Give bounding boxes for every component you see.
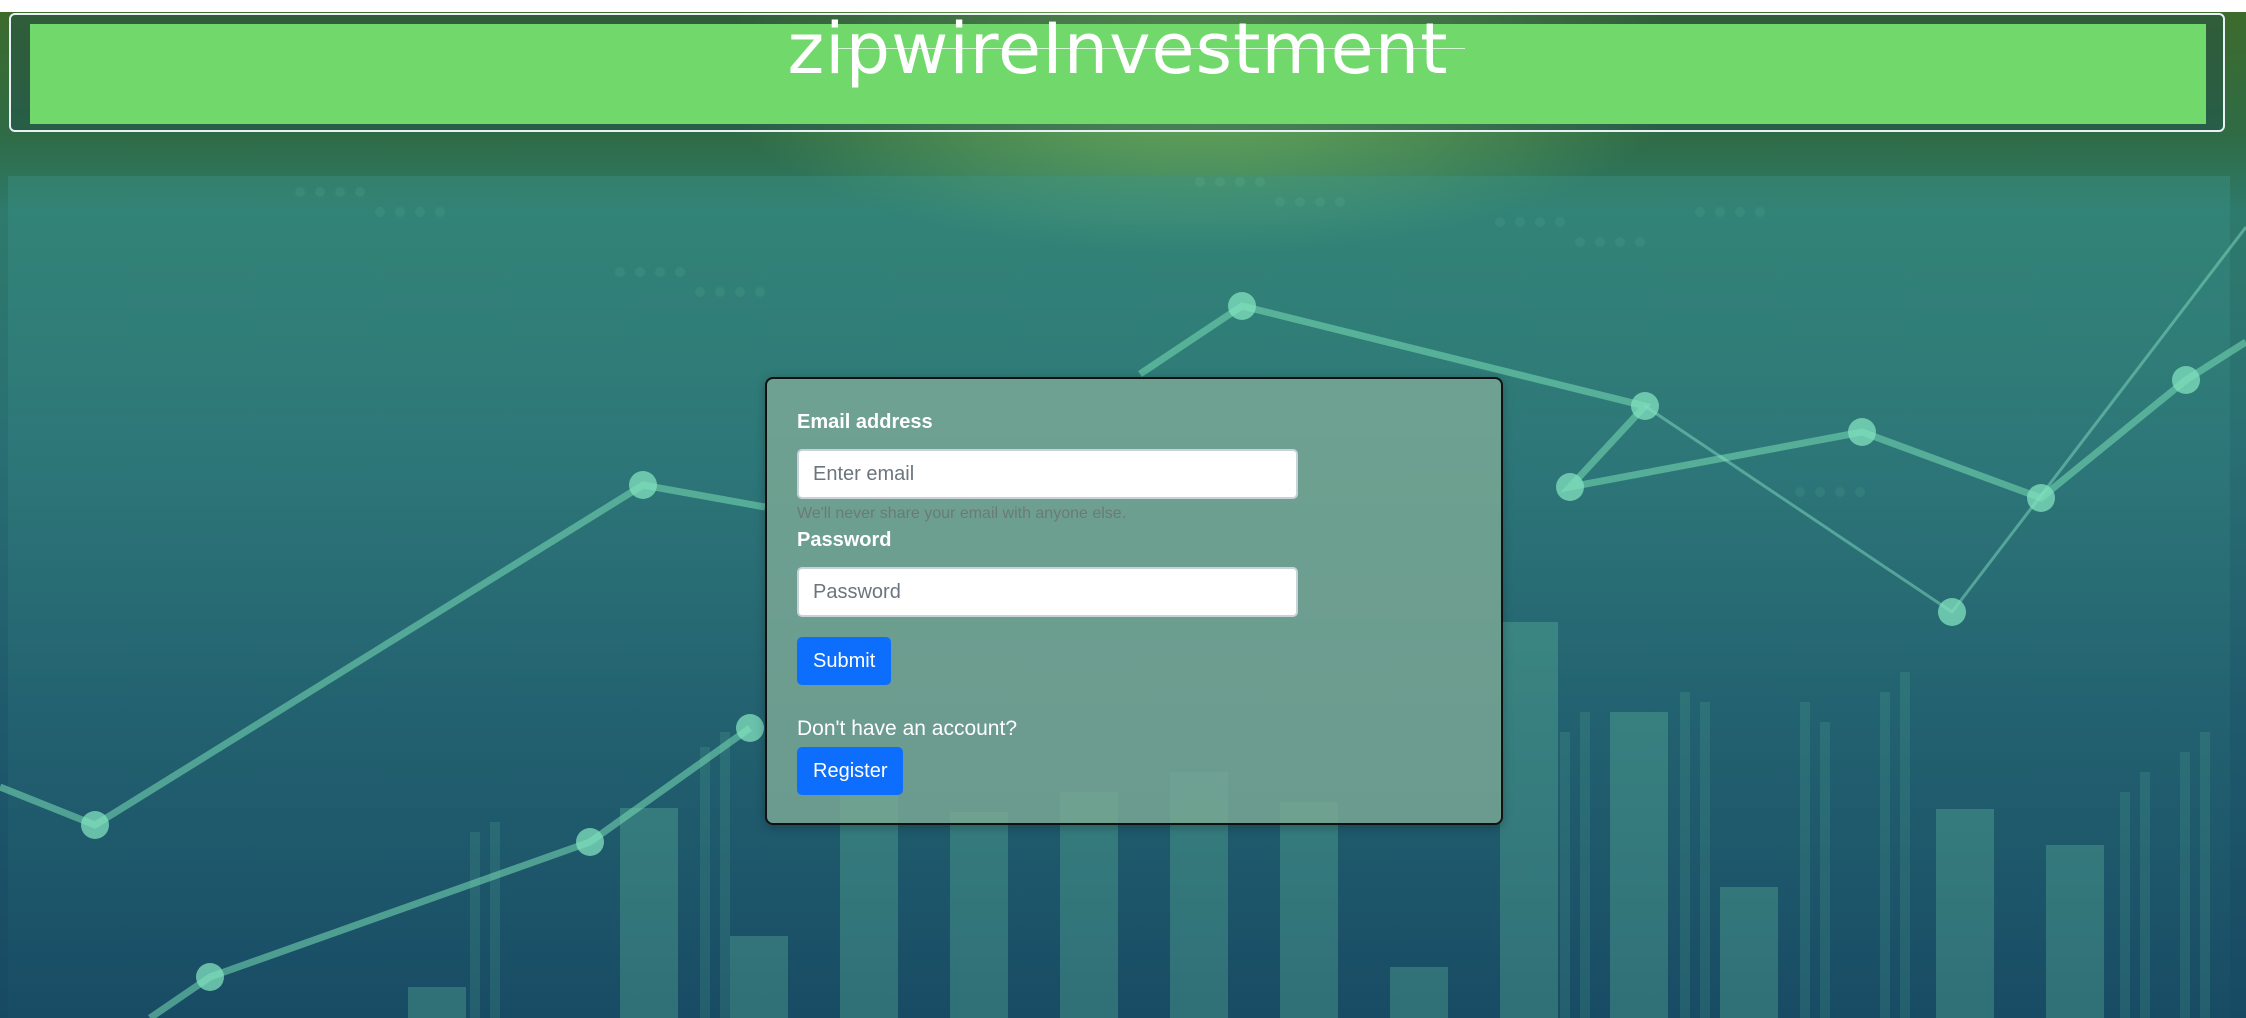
no-account-text: Don't have an account?	[797, 717, 1017, 740]
login-card: Email address We'll never share your ema…	[765, 377, 1503, 825]
header-title-rule	[835, 48, 1465, 49]
password-input[interactable]	[797, 567, 1298, 617]
email-input[interactable]	[797, 449, 1298, 499]
submit-button[interactable]: Submit	[797, 637, 892, 685]
email-label: Email address	[797, 411, 933, 433]
register-button[interactable]: Register	[797, 747, 904, 795]
site-header: zipwireInvestment	[30, 14, 2206, 124]
email-help-text: We'll never share your email with anyone…	[797, 505, 1127, 522]
password-label: Password	[797, 529, 892, 551]
